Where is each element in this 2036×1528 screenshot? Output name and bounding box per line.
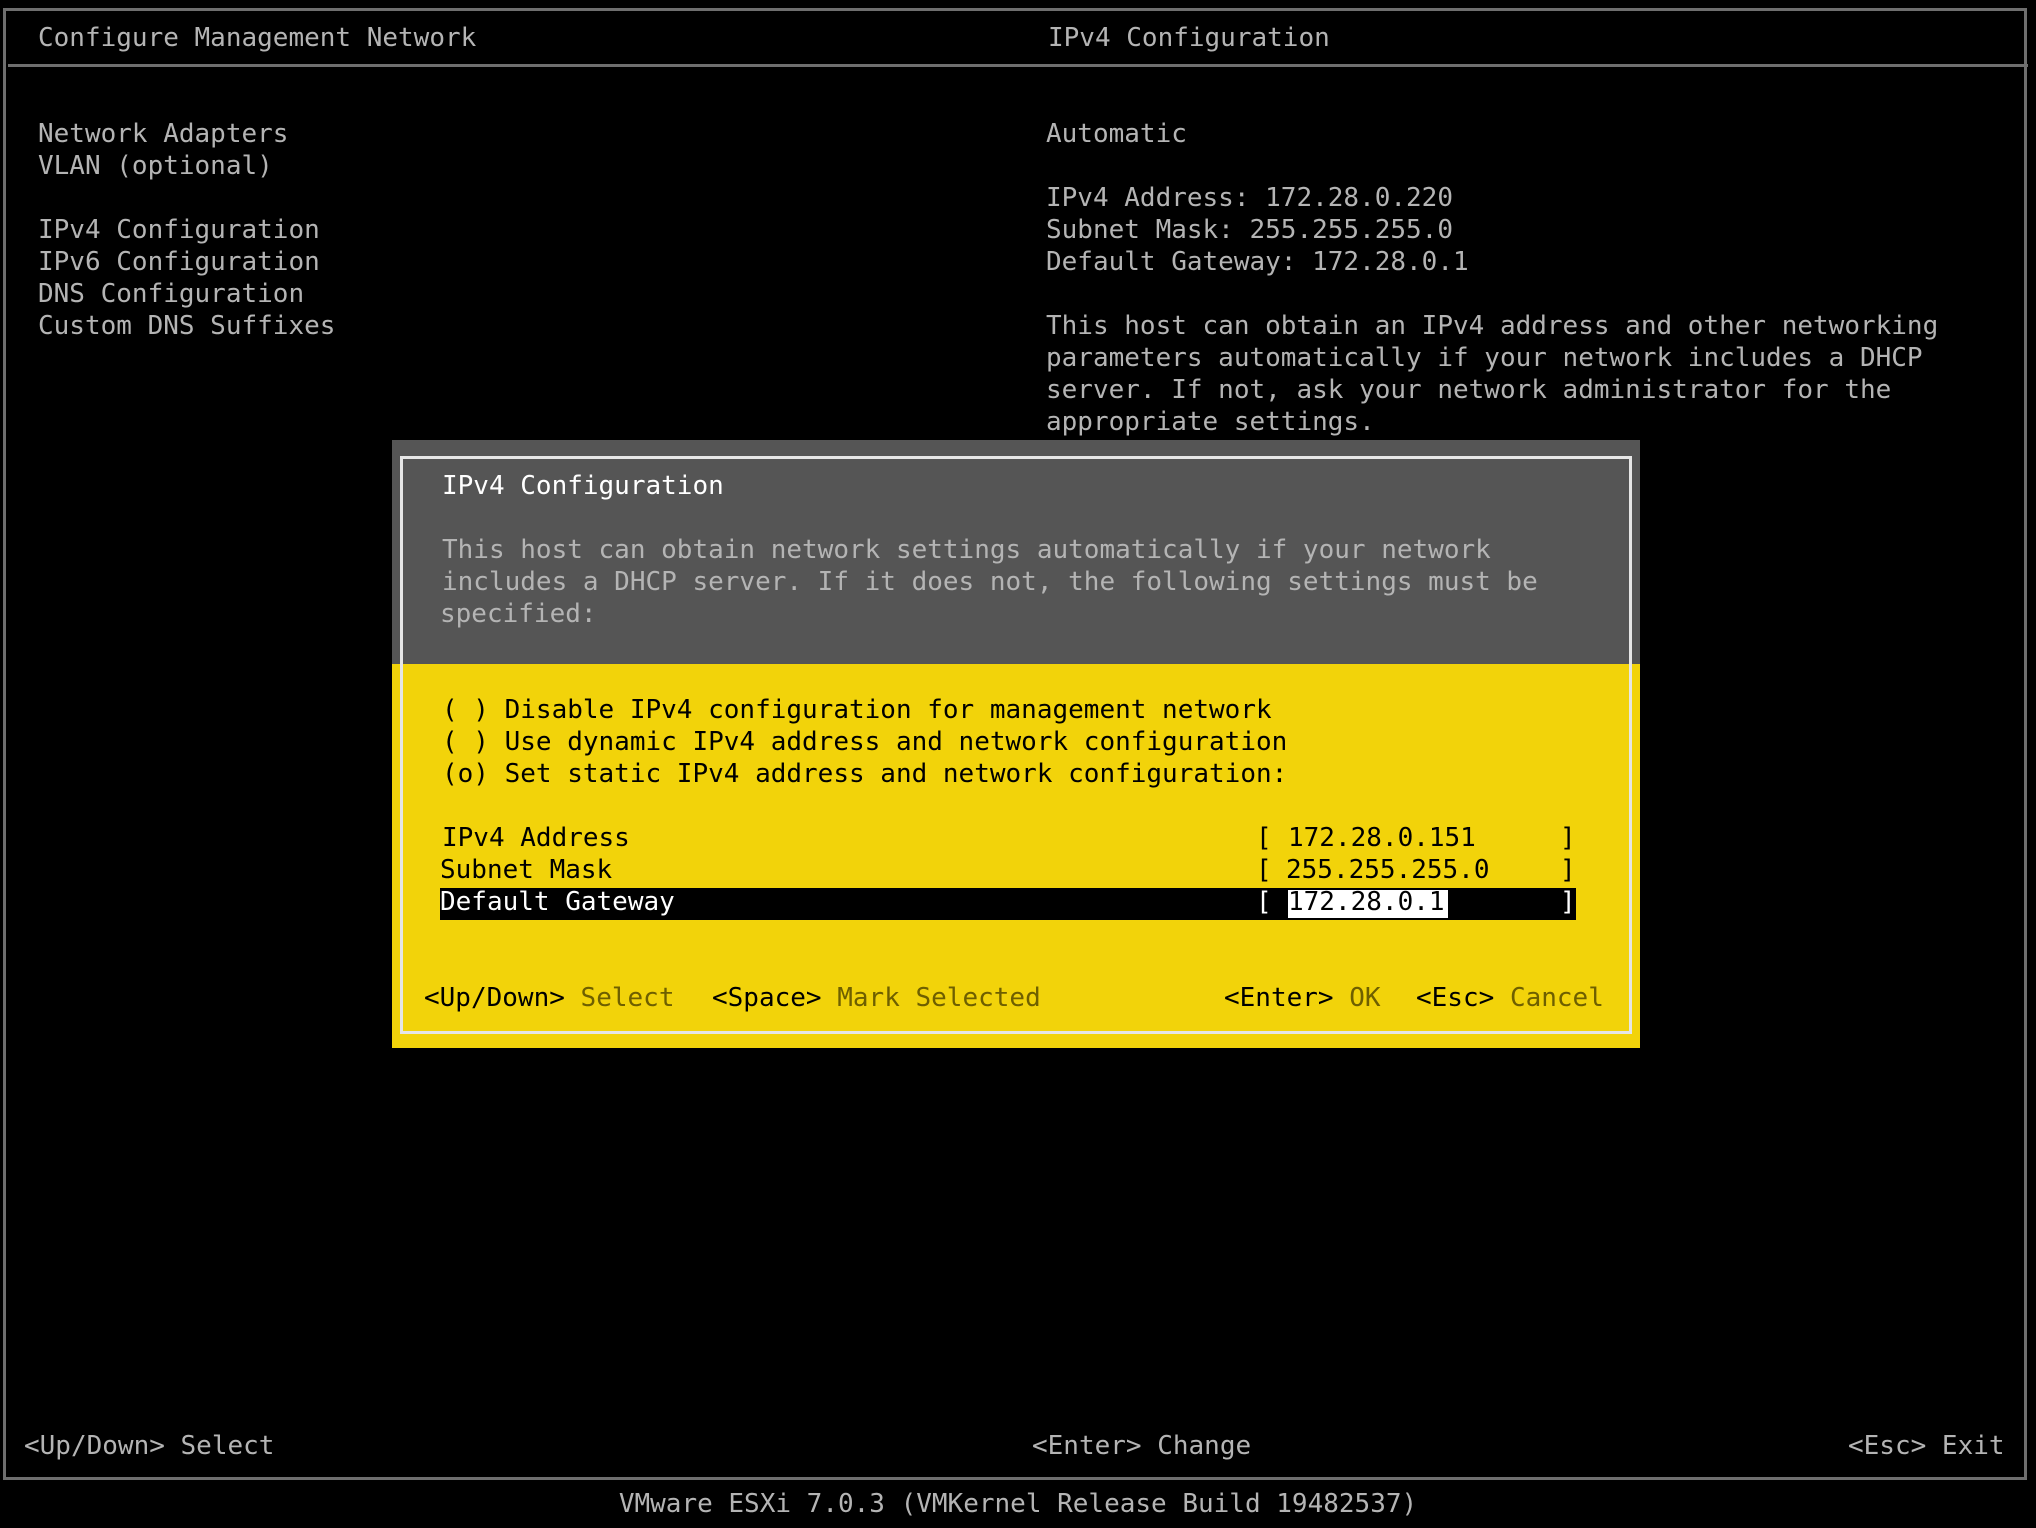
field-bracket-open: [ [1256, 823, 1272, 853]
footer-hint-select: <Up/Down> Select [24, 1431, 275, 1461]
ipv4-mode-value: Automatic [1046, 119, 1187, 149]
esc-key: <Esc> [1416, 983, 1495, 1013]
field-bracket-open: [ [1256, 887, 1272, 917]
space-action: Mark Selected [837, 983, 1041, 1013]
esc-action: Cancel [1509, 983, 1604, 1013]
menu-item-vlan[interactable]: VLAN (optional) [38, 150, 273, 182]
updown-action: Select [580, 983, 675, 1013]
menu-item-ipv6-configuration[interactable]: IPv6 Configuration [38, 246, 320, 278]
radio-dynamic-ipv4[interactable]: ( ) Use dynamic IPv4 address and network… [442, 726, 1287, 758]
version-status-bar: VMware ESXi 7.0.3 (VMKernel Release Buil… [618, 1489, 1418, 1519]
radio-static-ipv4[interactable]: (o) Set static IPv4 address and network … [442, 758, 1287, 790]
dialog-title: IPv4 Configuration [442, 471, 724, 501]
current-subnet-mask: Subnet Mask: 255.255.255.0 [1046, 215, 1453, 245]
detail-title: IPv4 Configuration [1048, 23, 1330, 53]
dialog-hint-space: <Space> Mark Selected [712, 982, 1041, 1014]
field-bracket-open: [ [1256, 855, 1272, 885]
info-description-line-4: appropriate settings. [1046, 407, 1375, 437]
footer-hint-change: <Enter> Change [1032, 1431, 1252, 1461]
page-title: Configure Management Network [38, 23, 477, 53]
updown-key: <Up/Down> [424, 983, 565, 1013]
current-ipv4-address: IPv4 Address: 172.28.0.220 [1046, 183, 1453, 213]
cancel-button[interactable]: <Esc> Cancel [1416, 982, 1604, 1014]
ok-button[interactable]: <Enter> OK [1224, 982, 1381, 1014]
default-gateway-input[interactable]: 172.28.0.1 [1288, 886, 1445, 918]
subnet-mask-input[interactable]: 255.255.255.0 [1286, 854, 1490, 886]
header-separator [8, 64, 2028, 67]
current-default-gateway: Default Gateway: 172.28.0.1 [1046, 247, 1469, 277]
dialog-hint-updown: <Up/Down> Select [424, 982, 674, 1014]
field-bracket-close: ] [1560, 855, 1576, 885]
info-description-line-3: server. If not, ask your network adminis… [1046, 375, 1892, 405]
footer-hint-exit[interactable]: <Esc> Exit [1848, 1430, 2005, 1462]
menu-item-dns-configuration[interactable]: DNS Configuration [38, 278, 304, 310]
field-bracket-close: ] [1560, 823, 1576, 853]
field-label-ipv4-address: IPv4 Address [442, 823, 630, 853]
ipv4-address-input[interactable]: 172.28.0.151 [1288, 822, 1476, 854]
field-bracket-close: ] [1560, 887, 1576, 917]
enter-key: <Enter> [1224, 983, 1334, 1013]
dialog-description-line-2: includes a DHCP server. If it does not, … [442, 567, 1538, 597]
info-description-line-1: This host can obtain an IPv4 address and… [1046, 311, 1939, 341]
radio-disable-ipv4[interactable]: ( ) Disable IPv4 configuration for manag… [442, 694, 1272, 726]
menu-item-network-adapters[interactable]: Network Adapters [38, 118, 288, 150]
enter-action: OK [1349, 983, 1381, 1013]
menu-item-custom-dns-suffixes[interactable]: Custom DNS Suffixes [38, 310, 335, 342]
dialog-description-line-3: specified: [440, 599, 597, 629]
field-label-default-gateway: Default Gateway [440, 887, 675, 917]
dialog-description-line-1: This host can obtain network settings au… [442, 535, 1491, 565]
menu-item-ipv4-configuration[interactable]: IPv4 Configuration [38, 214, 320, 246]
field-label-subnet-mask: Subnet Mask [440, 855, 613, 885]
info-description-line-2: parameters automatically if your network… [1046, 343, 1923, 373]
space-key: <Space> [712, 983, 822, 1013]
